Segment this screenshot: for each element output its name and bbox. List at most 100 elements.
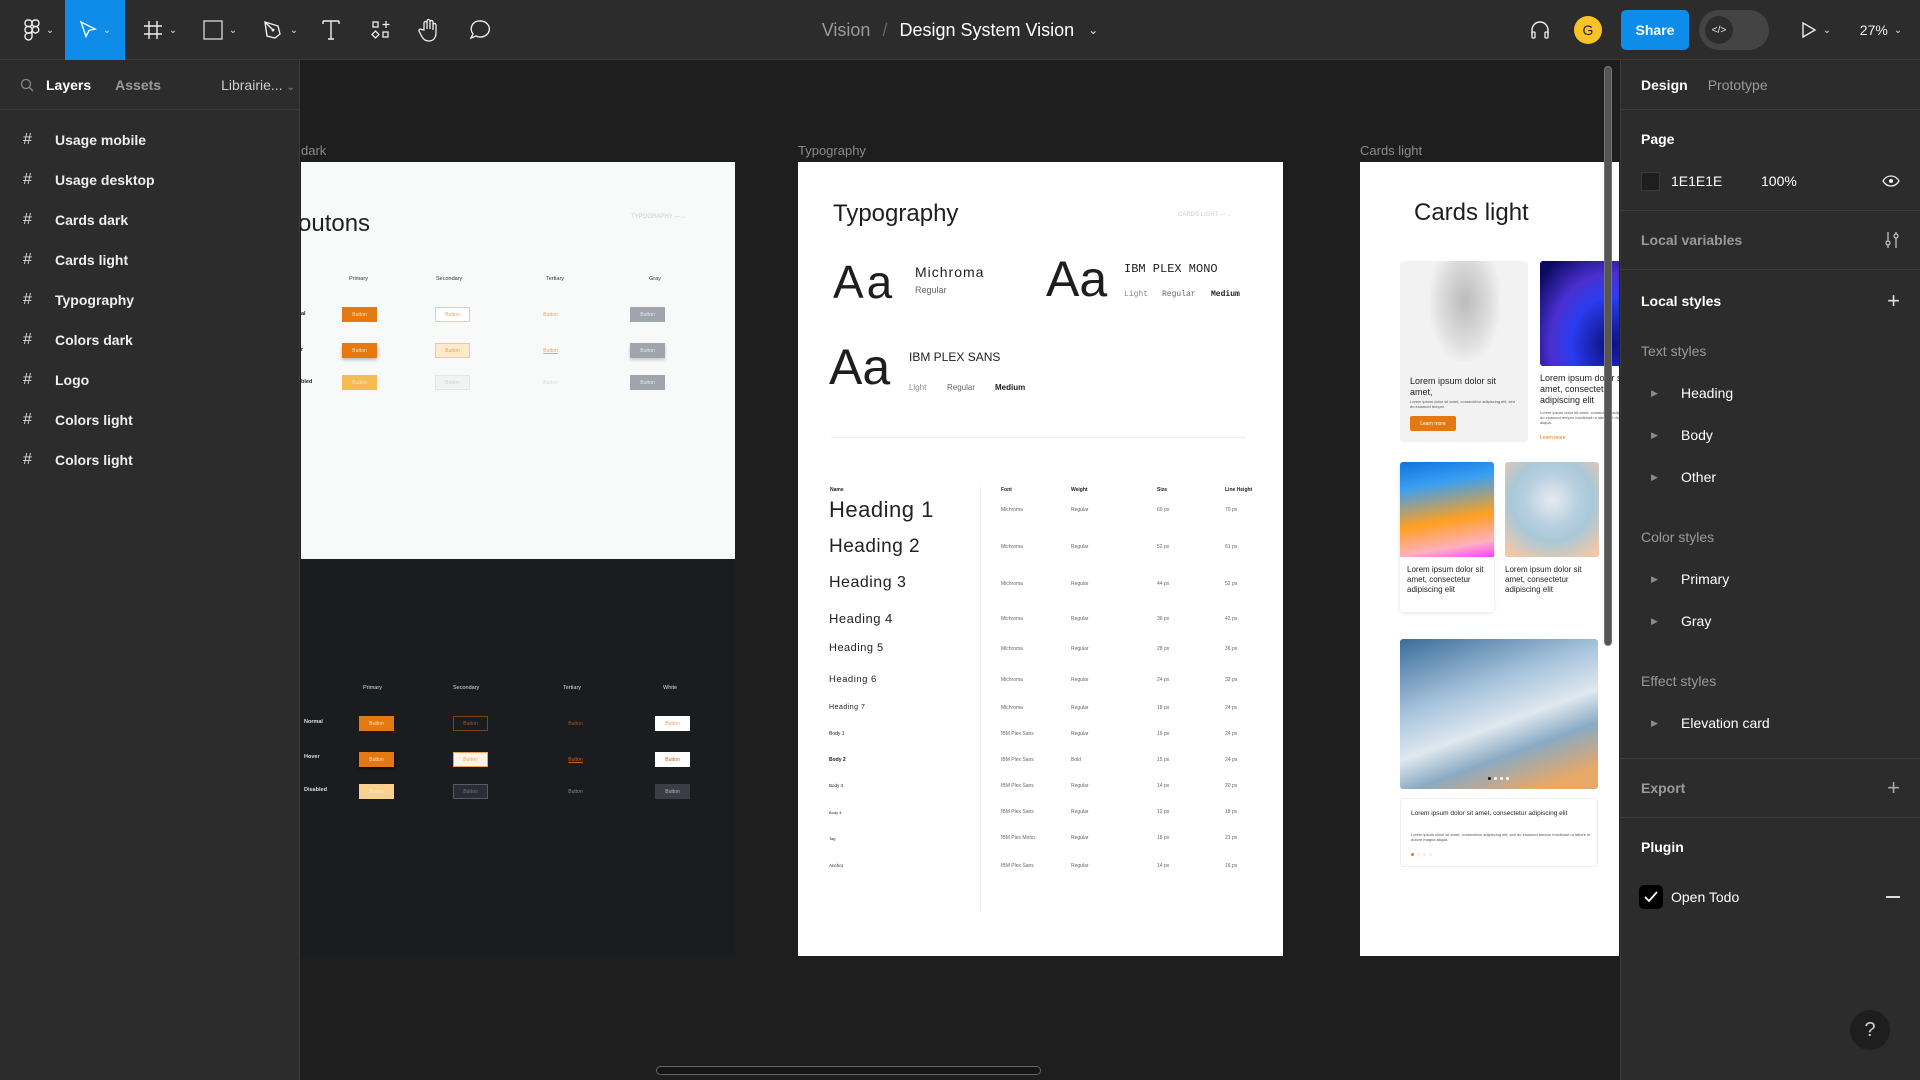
chevron-down-icon: ⌄ <box>45 24 55 36</box>
buttons-light-frame[interactable]: outons TYPOGRAPHY —→ Primary Secondary T… <box>301 162 735 559</box>
add-style-icon[interactable]: + <box>1887 288 1900 314</box>
carousel-image[interactable] <box>1400 639 1598 789</box>
dev-mode-toggle[interactable]: </> <box>1699 10 1769 50</box>
table-cell: Regular <box>1071 616 1089 622</box>
share-button[interactable]: Share <box>1621 10 1689 50</box>
help-button[interactable]: ? <box>1850 1010 1890 1050</box>
table-cell: Regular <box>1071 581 1089 587</box>
sample-button-gray: Button <box>630 307 665 322</box>
carousel-dot[interactable] <box>1500 777 1503 780</box>
color-swatch[interactable] <box>1641 171 1660 191</box>
chevron-down-icon: ⌄ <box>168 24 178 36</box>
hand-tool-button[interactable] <box>414 0 444 60</box>
table-cell: 52 px <box>1157 544 1170 550</box>
tab-assets[interactable]: Assets <box>115 77 161 93</box>
typography-frame[interactable]: Typography CARDS LIGHT —→ Aa Michroma Re… <box>798 162 1283 956</box>
style-group-gray[interactable]: ▶ Gray <box>1641 600 1900 642</box>
table-cell: 18 px <box>1225 809 1238 815</box>
layer-label: Colors light <box>55 412 133 428</box>
layer-logo[interactable]: # Logo <box>0 360 299 400</box>
layer-usage-desktop[interactable]: # Usage desktop <box>0 160 299 200</box>
frame-tool-button[interactable]: ⌄ <box>138 0 182 60</box>
page-fill-row: 1E1E1E 100% <box>1641 160 1900 202</box>
carousel-dot-active[interactable] <box>1488 777 1491 780</box>
type-style-name: Anchor <box>829 863 844 869</box>
card-title: Lorem ipsum dolor sit amet, consectetur … <box>1411 810 1568 817</box>
table-cell: 12 px <box>1157 809 1170 815</box>
eye-icon[interactable] <box>1882 175 1900 187</box>
vertical-scrollbar[interactable] <box>1604 66 1612 646</box>
search-icon[interactable] <box>20 78 34 92</box>
layer-colors-light[interactable]: # Colors light <box>0 400 299 440</box>
canvas[interactable]: dark outons TYPOGRAPHY —→ Primary Second… <box>301 61 1619 1080</box>
row-label: Normal <box>304 719 323 725</box>
product-card[interactable]: Lorem ipsum dolor sit amet, Lorem ipsum … <box>1400 261 1528 442</box>
text-tool-button[interactable] <box>316 0 346 60</box>
effect-styles-label: Effect styles <box>1641 673 1717 689</box>
layer-label: Cards dark <box>55 212 129 228</box>
gradient-card[interactable]: Lorem ipsum dolor sit amet, consectetur … <box>1400 462 1494 612</box>
file-name[interactable]: Design System Vision <box>899 20 1074 41</box>
style-group-elevation-card[interactable]: ▶ Elevation card <box>1641 702 1900 744</box>
plugin-checkbox[interactable] <box>1639 885 1663 909</box>
table-cell: 16 px <box>1157 731 1170 737</box>
type-style-name: Heading 2 <box>829 535 921 557</box>
tab-layers[interactable]: Layers <box>46 77 91 93</box>
layer-cards-dark[interactable]: # Cards dark <box>0 200 299 240</box>
remove-plugin-icon[interactable] <box>1886 896 1900 898</box>
buttons-dark-frame[interactable]: Primary Secondary Tertiary White Normal … <box>301 559 735 956</box>
shape-tool-button[interactable]: ⌄ <box>198 0 242 60</box>
carousel-dot[interactable] <box>1506 777 1509 780</box>
text-card[interactable]: Lorem ipsum dolor sit amet, consectetur … <box>1400 798 1598 867</box>
frame-label-buttons[interactable]: dark <box>301 143 326 158</box>
carousel-dots[interactable] <box>1488 777 1509 780</box>
sample-button-secondary-disabled: Button <box>435 375 470 390</box>
audio-button[interactable] <box>1525 0 1555 60</box>
table-cell: 14 px <box>1157 863 1170 869</box>
table-cell: 44 px <box>1157 581 1170 587</box>
table-cell: IBM Plex Sans <box>1001 809 1034 815</box>
present-button[interactable]: ⌄ <box>1796 0 1836 60</box>
tab-prototype[interactable]: Prototype <box>1708 77 1768 93</box>
horizontal-scrollbar[interactable] <box>656 1066 1041 1075</box>
table-header: Size <box>1157 487 1168 493</box>
page-section: Page 1E1E1E 100% <box>1621 110 1920 211</box>
page-opacity[interactable]: 100% <box>1761 173 1797 189</box>
zoom-level: 27% <box>1859 22 1888 38</box>
right-panel-tabs: Design Prototype <box>1621 60 1920 110</box>
carousel-dot[interactable] <box>1494 777 1497 780</box>
table-header: Font <box>1001 487 1012 493</box>
style-group-other[interactable]: ▶ Other <box>1641 456 1900 498</box>
frame-label-typography[interactable]: Typography <box>798 143 866 158</box>
style-group-heading[interactable]: ▶ Heading <box>1641 372 1900 414</box>
page-color-hex[interactable]: 1E1E1E <box>1671 173 1761 189</box>
nav-link: CARDS LIGHT —→ <box>1178 212 1232 218</box>
layer-usage-mobile[interactable]: # Usage mobile <box>0 120 299 160</box>
variables-sliders-icon[interactable] <box>1884 231 1900 249</box>
local-variables-row[interactable]: Local variables <box>1641 219 1900 261</box>
cards-light-frame[interactable]: Cards light Lorem ipsum dolor sit amet, … <box>1360 162 1619 956</box>
frame-label-cards-light[interactable]: Cards light <box>1360 143 1422 158</box>
comment-tool-button[interactable] <box>465 0 495 60</box>
chevron-down-icon[interactable]: ⌄ <box>1088 23 1098 37</box>
user-avatar[interactable]: G <box>1574 16 1602 44</box>
pen-tool-button[interactable]: ⌄ <box>258 0 302 60</box>
layer-typography[interactable]: # Typography <box>0 280 299 320</box>
layer-cards-light[interactable]: # Cards light <box>0 240 299 280</box>
library-dropdown[interactable]: Librairie... ⌄ <box>221 77 295 93</box>
resources-tool-button[interactable] <box>366 0 396 60</box>
gradient-card[interactable]: Lorem ipsum dolor sit amet, consectetur … <box>1505 462 1599 612</box>
move-tool-button[interactable]: ⌄ <box>65 0 125 60</box>
add-export-icon[interactable]: + <box>1887 775 1900 801</box>
cursor-icon <box>79 20 97 39</box>
style-group-primary[interactable]: ▶ Primary <box>1641 558 1900 600</box>
style-group-body[interactable]: ▶ Body <box>1641 414 1900 456</box>
layer-label: Typography <box>55 292 135 308</box>
zoom-dropdown[interactable]: 27% ⌄ <box>1853 0 1909 60</box>
table-cell: Regular <box>1071 544 1089 550</box>
project-name-link[interactable]: Vision <box>822 20 871 41</box>
layer-colors-dark[interactable]: # Colors dark <box>0 320 299 360</box>
main-menu-button[interactable]: ⌄ <box>14 0 64 60</box>
layer-colors-light-2[interactable]: # Colors light <box>0 440 299 480</box>
tab-design[interactable]: Design <box>1641 77 1688 93</box>
